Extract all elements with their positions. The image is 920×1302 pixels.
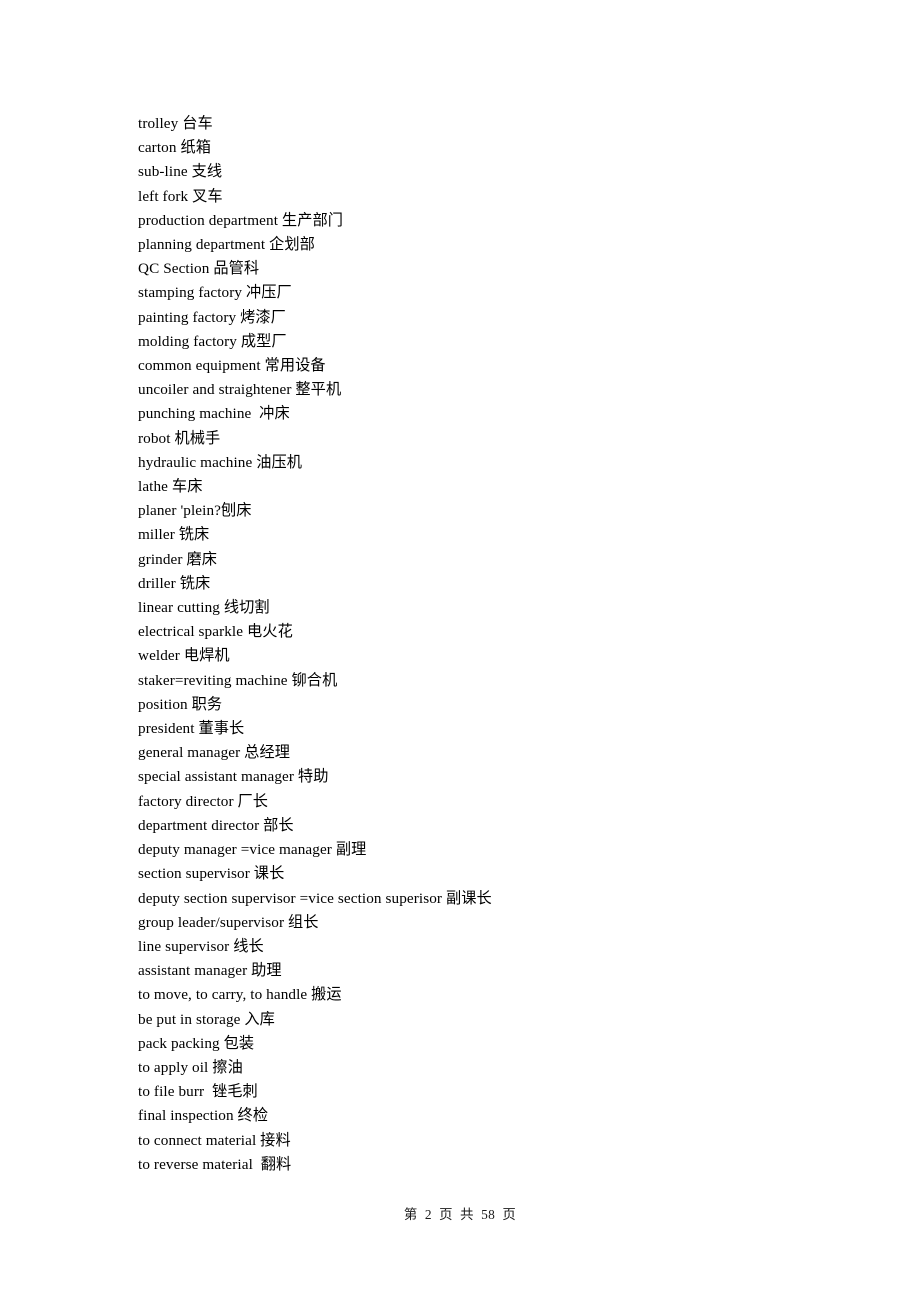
document-page: trolley 台车 carton 纸箱 sub-line 支线 left fork … — [0, 0, 920, 1302]
glossary-line: left fork 叉车 — [138, 187, 223, 205]
glossary-line: punching machine 冲床 — [138, 405, 290, 423]
glossary-line: trolley 台车 — [138, 115, 213, 132]
glossary-line: final inspection 终检 — [138, 1107, 269, 1125]
glossary-line: carton 纸箱 — [138, 139, 212, 157]
glossary-line: linear cutting 线切割 — [138, 599, 270, 617]
glossary-line: to apply oil 擦油 — [138, 1058, 243, 1076]
glossary-line: painting factory 烤漆厂 — [138, 308, 286, 326]
glossary-line: electrical sparkle 电火花 — [138, 623, 293, 641]
glossary-line: planning department 企划部 — [138, 236, 315, 254]
glossary-line: grinder 磨床 — [138, 550, 218, 568]
glossary-line: group leader/supervisor 组长 — [138, 913, 319, 931]
page-footer: 第 2 页 共 58 页 — [0, 1206, 920, 1224]
glossary-line: deputy section supervisor =vice section … — [138, 889, 492, 907]
glossary-line: factory director 厂长 — [138, 792, 269, 810]
glossary-line: deputy manager =vice manager 副理 — [138, 841, 367, 859]
glossary-line: miller 铣床 — [138, 526, 210, 544]
glossary-line: QC Section 品管科 — [138, 260, 260, 278]
glossary-line: section supervisor 课长 — [138, 865, 285, 883]
glossary-line: to file burr 锉毛刺 — [138, 1083, 258, 1101]
glossary-line: planer 'plein?刨床 — [138, 502, 252, 520]
glossary-line: pack packing 包装 — [138, 1034, 255, 1052]
glossary-line: welder 电焊机 — [138, 647, 230, 665]
glossary-line: special assistant manager 特助 — [138, 768, 329, 786]
glossary-line: to move, to carry, to handle 搬运 — [138, 986, 342, 1004]
glossary-line: driller 铣床 — [138, 574, 211, 592]
glossary-line: to reverse material 翻料 — [138, 1155, 292, 1173]
glossary-line: to connect material 接料 — [138, 1131, 291, 1149]
glossary-line: common equipment 常用设备 — [138, 357, 326, 375]
glossary-line: line supervisor 线长 — [138, 937, 264, 955]
glossary-line: stamping factory 冲压厂 — [138, 284, 292, 302]
page-number-text: 第 2 页 共 58 页 — [403, 1207, 517, 1222]
glossary-line: lathe 车床 — [138, 478, 203, 496]
glossary-line: president 董事长 — [138, 720, 245, 738]
glossary-line: molding factory 成型厂 — [138, 332, 287, 350]
glossary-line: position 职务 — [138, 695, 223, 713]
glossary-line: general manager 总经理 — [138, 744, 291, 762]
glossary-line: sub-line 支线 — [138, 163, 223, 181]
glossary-line: staker=reviting machine 铆合机 — [138, 671, 338, 689]
glossary-line: robot 机械手 — [138, 429, 221, 447]
glossary-line: department director 部长 — [138, 816, 294, 834]
glossary-term-list: trolley 台车 carton 纸箱 sub-line 支线 left fork … — [138, 112, 838, 1177]
glossary-line: be put in storage 入库 — [138, 1010, 275, 1028]
glossary-content: trolley 台车 carton 纸箱 sub-line 支线 left fork … — [138, 112, 838, 1177]
glossary-line: hydraulic machine 油压机 — [138, 453, 303, 471]
glossary-line: production department 生产部门 — [138, 211, 344, 229]
glossary-line: uncoiler and straightener 整平机 — [138, 381, 342, 399]
glossary-line: assistant manager 助理 — [138, 962, 282, 980]
